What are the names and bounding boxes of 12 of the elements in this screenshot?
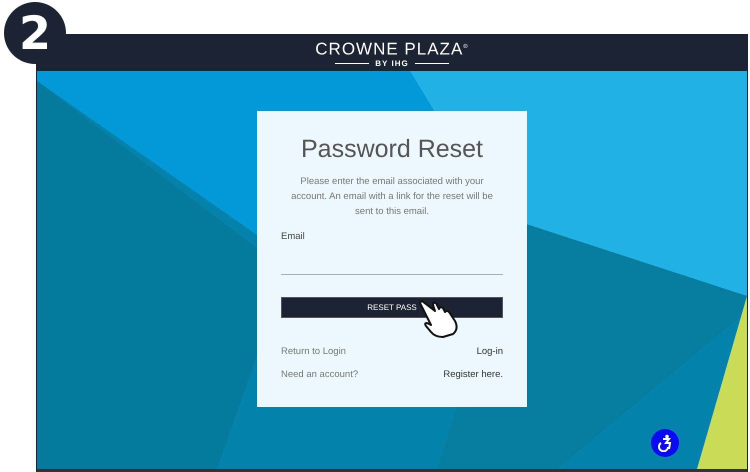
- sub-brand-text: BY IHG: [375, 58, 409, 68]
- brand-logo-text: CROWNE PLAZA$^{®}$: [315, 38, 469, 59]
- email-label: Email: [281, 231, 305, 242]
- card-link[interactable]: Register here.: [443, 369, 503, 380]
- link-prompt: Return to Login: [281, 346, 346, 357]
- card-description: Please enter the email associated with your account. An email with a link for the reset will be sent to this email.: [290, 175, 494, 219]
- link-prompt: Need an account?: [281, 369, 358, 380]
- wheelchair-icon: [656, 434, 674, 452]
- reset-password-button[interactable]: RESET PASS: [281, 297, 503, 318]
- step-number: 2: [4, 2, 66, 64]
- card-title: Password Reset: [300, 135, 484, 164]
- card-link[interactable]: Log-in: [476, 346, 503, 357]
